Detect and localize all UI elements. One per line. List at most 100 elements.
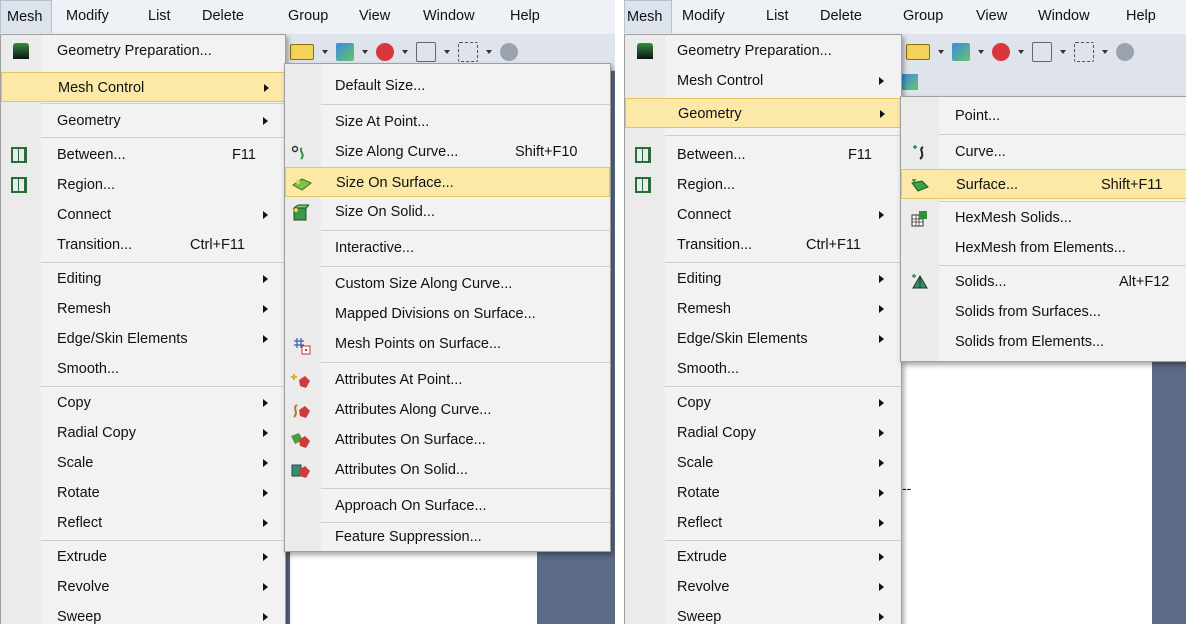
menu-item-size-along-curve[interactable]: Size Along Curve... Shift+F10 <box>285 137 610 167</box>
dropdown-arrow-icon[interactable] <box>402 50 408 54</box>
menu-modify[interactable]: Modify <box>66 0 109 33</box>
menu-item-connect[interactable]: Connect <box>625 200 901 230</box>
menu-item-region[interactable]: Region... <box>1 170 285 200</box>
menu-item-edge-skin-elements[interactable]: Edge/Skin Elements <box>1 324 285 354</box>
menu-item-transition[interactable]: Transition... Ctrl+F11 <box>1 230 285 260</box>
menu-item-smooth[interactable]: Smooth... <box>625 354 901 384</box>
menu-item-smooth[interactable]: Smooth... <box>1 354 285 384</box>
menu-item-rotate[interactable]: Rotate <box>625 478 901 508</box>
menu-item-sweep[interactable]: Sweep <box>1 602 285 624</box>
no-entry-icon[interactable] <box>376 43 394 61</box>
select-cursor-icon[interactable] <box>416 42 436 62</box>
menu-item-revolve[interactable]: Revolve <box>625 572 901 602</box>
menu-item-reflect[interactable]: Reflect <box>625 508 901 538</box>
menu-item-attributes-on-surface[interactable]: Attributes On Surface... <box>285 425 610 455</box>
gray-circle-icon[interactable] <box>1116 43 1134 61</box>
menu-item-curve[interactable]: Curve... <box>901 137 1186 167</box>
menu-view[interactable]: View <box>976 0 1007 33</box>
box-select-icon[interactable] <box>458 42 478 62</box>
menu-item-between[interactable]: Between... F11 <box>1 140 285 170</box>
ruler-icon[interactable] <box>290 44 314 60</box>
menu-item-copy[interactable]: Copy <box>625 388 901 418</box>
menu-delete[interactable]: Delete <box>202 0 244 33</box>
menu-window[interactable]: Window <box>1038 0 1090 33</box>
menu-group[interactable]: Group <box>288 0 328 33</box>
menu-item-edge-skin-elements[interactable]: Edge/Skin Elements <box>625 324 901 354</box>
menu-item-feature-suppression[interactable]: Feature Suppression... <box>285 522 610 552</box>
menu-item-attributes-along-curve[interactable]: Attributes Along Curve... <box>285 395 610 425</box>
menu-view[interactable]: View <box>359 0 390 33</box>
menu-item-between[interactable]: Between... F11 <box>625 140 901 170</box>
select-cursor-icon[interactable] <box>1032 42 1052 62</box>
dropdown-arrow-icon[interactable] <box>978 50 984 54</box>
gray-circle-icon[interactable] <box>500 43 518 61</box>
dropdown-arrow-icon[interactable] <box>486 50 492 54</box>
menu-item-editing[interactable]: Editing <box>1 264 285 294</box>
menu-item-geometry[interactable]: Geometry <box>625 98 901 128</box>
menu-item-connect[interactable]: Connect <box>1 200 285 230</box>
menu-item-radial-copy[interactable]: Radial Copy <box>625 418 901 448</box>
menu-delete[interactable]: Delete <box>820 0 862 33</box>
menu-item-interactive[interactable]: Interactive... <box>285 233 610 263</box>
menu-help[interactable]: Help <box>1126 0 1156 33</box>
menu-item-copy[interactable]: Copy <box>1 388 285 418</box>
dropdown-arrow-icon[interactable] <box>362 50 368 54</box>
menu-item-size-on-solid[interactable]: Size On Solid... <box>285 197 610 227</box>
dropdown-arrow-icon[interactable] <box>1102 50 1108 54</box>
menu-item-radial-copy[interactable]: Radial Copy <box>1 418 285 448</box>
menu-window[interactable]: Window <box>423 0 475 33</box>
menu-item-point[interactable]: Point... <box>901 101 1186 131</box>
menu-item-editing[interactable]: Editing <box>625 264 901 294</box>
dropdown-arrow-icon[interactable] <box>444 50 450 54</box>
menu-item-revolve[interactable]: Revolve <box>1 572 285 602</box>
box-select-icon[interactable] <box>1074 42 1094 62</box>
menu-item-size-on-surface[interactable]: Size On Surface... <box>285 167 610 197</box>
graphics-canvas[interactable]: -- <box>900 362 1152 624</box>
menu-help[interactable]: Help <box>510 0 540 33</box>
menu-item-sweep[interactable]: Sweep <box>625 602 901 624</box>
menu-item-size-at-point[interactable]: Size At Point... <box>285 107 610 137</box>
menu-item-transition[interactable]: Transition... Ctrl+F11 <box>625 230 901 260</box>
menu-mesh[interactable]: Mesh <box>624 0 672 33</box>
menu-item-reflect[interactable]: Reflect <box>1 508 285 538</box>
menu-item-geometry-preparation[interactable]: Geometry Preparation... <box>1 36 285 66</box>
menu-modify[interactable]: Modify <box>682 0 725 33</box>
menu-item-attributes-at-point[interactable]: Attributes At Point... <box>285 365 610 395</box>
ruler-icon[interactable] <box>906 44 930 60</box>
menu-item-surface[interactable]: Surface... Shift+F11 <box>901 169 1186 199</box>
menu-item-solids[interactable]: Solids... Alt+F12 <box>901 267 1186 297</box>
no-entry-icon[interactable] <box>992 43 1010 61</box>
view-icon[interactable] <box>336 43 354 61</box>
menu-item-mesh-control[interactable]: Mesh Control <box>1 72 285 102</box>
menu-item-mesh-control[interactable]: Mesh Control <box>625 66 901 96</box>
menu-item-extrude[interactable]: Extrude <box>625 542 901 572</box>
menu-item-approach-on-surface[interactable]: Approach On Surface... <box>285 491 610 521</box>
menu-item-geometry-preparation[interactable]: Geometry Preparation... <box>625 36 901 66</box>
dropdown-arrow-icon[interactable] <box>1060 50 1066 54</box>
menu-item-solids-from-surfaces[interactable]: Solids from Surfaces... <box>901 297 1186 327</box>
menu-item-default-size[interactable]: Default Size... <box>285 71 610 101</box>
dropdown-arrow-icon[interactable] <box>1018 50 1024 54</box>
dropdown-arrow-icon[interactable] <box>322 50 328 54</box>
dropdown-arrow-icon[interactable] <box>938 50 944 54</box>
menu-item-mesh-points-on-surface[interactable]: Mesh Points on Surface... <box>285 329 610 359</box>
menu-mesh[interactable]: Mesh <box>0 0 52 33</box>
menu-item-region[interactable]: Region... <box>625 170 901 200</box>
menu-item-custom-size-along-curve[interactable]: Custom Size Along Curve... <box>285 269 610 299</box>
menu-item-hexmesh-solids[interactable]: HexMesh Solids... <box>901 203 1186 233</box>
menu-list[interactable]: List <box>766 0 789 33</box>
menu-item-solids-from-elements[interactable]: Solids from Elements... <box>901 327 1186 357</box>
menu-item-attributes-on-solid[interactable]: Attributes On Solid... <box>285 455 610 485</box>
menu-group[interactable]: Group <box>903 0 943 33</box>
menu-item-extrude[interactable]: Extrude <box>1 542 285 572</box>
menu-item-mapped-divisions-on-surface[interactable]: Mapped Divisions on Surface... <box>285 299 610 329</box>
menu-item-scale[interactable]: Scale <box>625 448 901 478</box>
menu-item-remesh[interactable]: Remesh <box>1 294 285 324</box>
view-tab-icon[interactable] <box>902 74 918 90</box>
view-icon[interactable] <box>952 43 970 61</box>
menu-item-remesh[interactable]: Remesh <box>625 294 901 324</box>
menu-item-hexmesh-from-elements[interactable]: HexMesh from Elements... <box>901 233 1186 263</box>
menu-item-geometry[interactable]: Geometry <box>1 106 285 136</box>
menu-list[interactable]: List <box>148 0 171 33</box>
menu-item-rotate[interactable]: Rotate <box>1 478 285 508</box>
